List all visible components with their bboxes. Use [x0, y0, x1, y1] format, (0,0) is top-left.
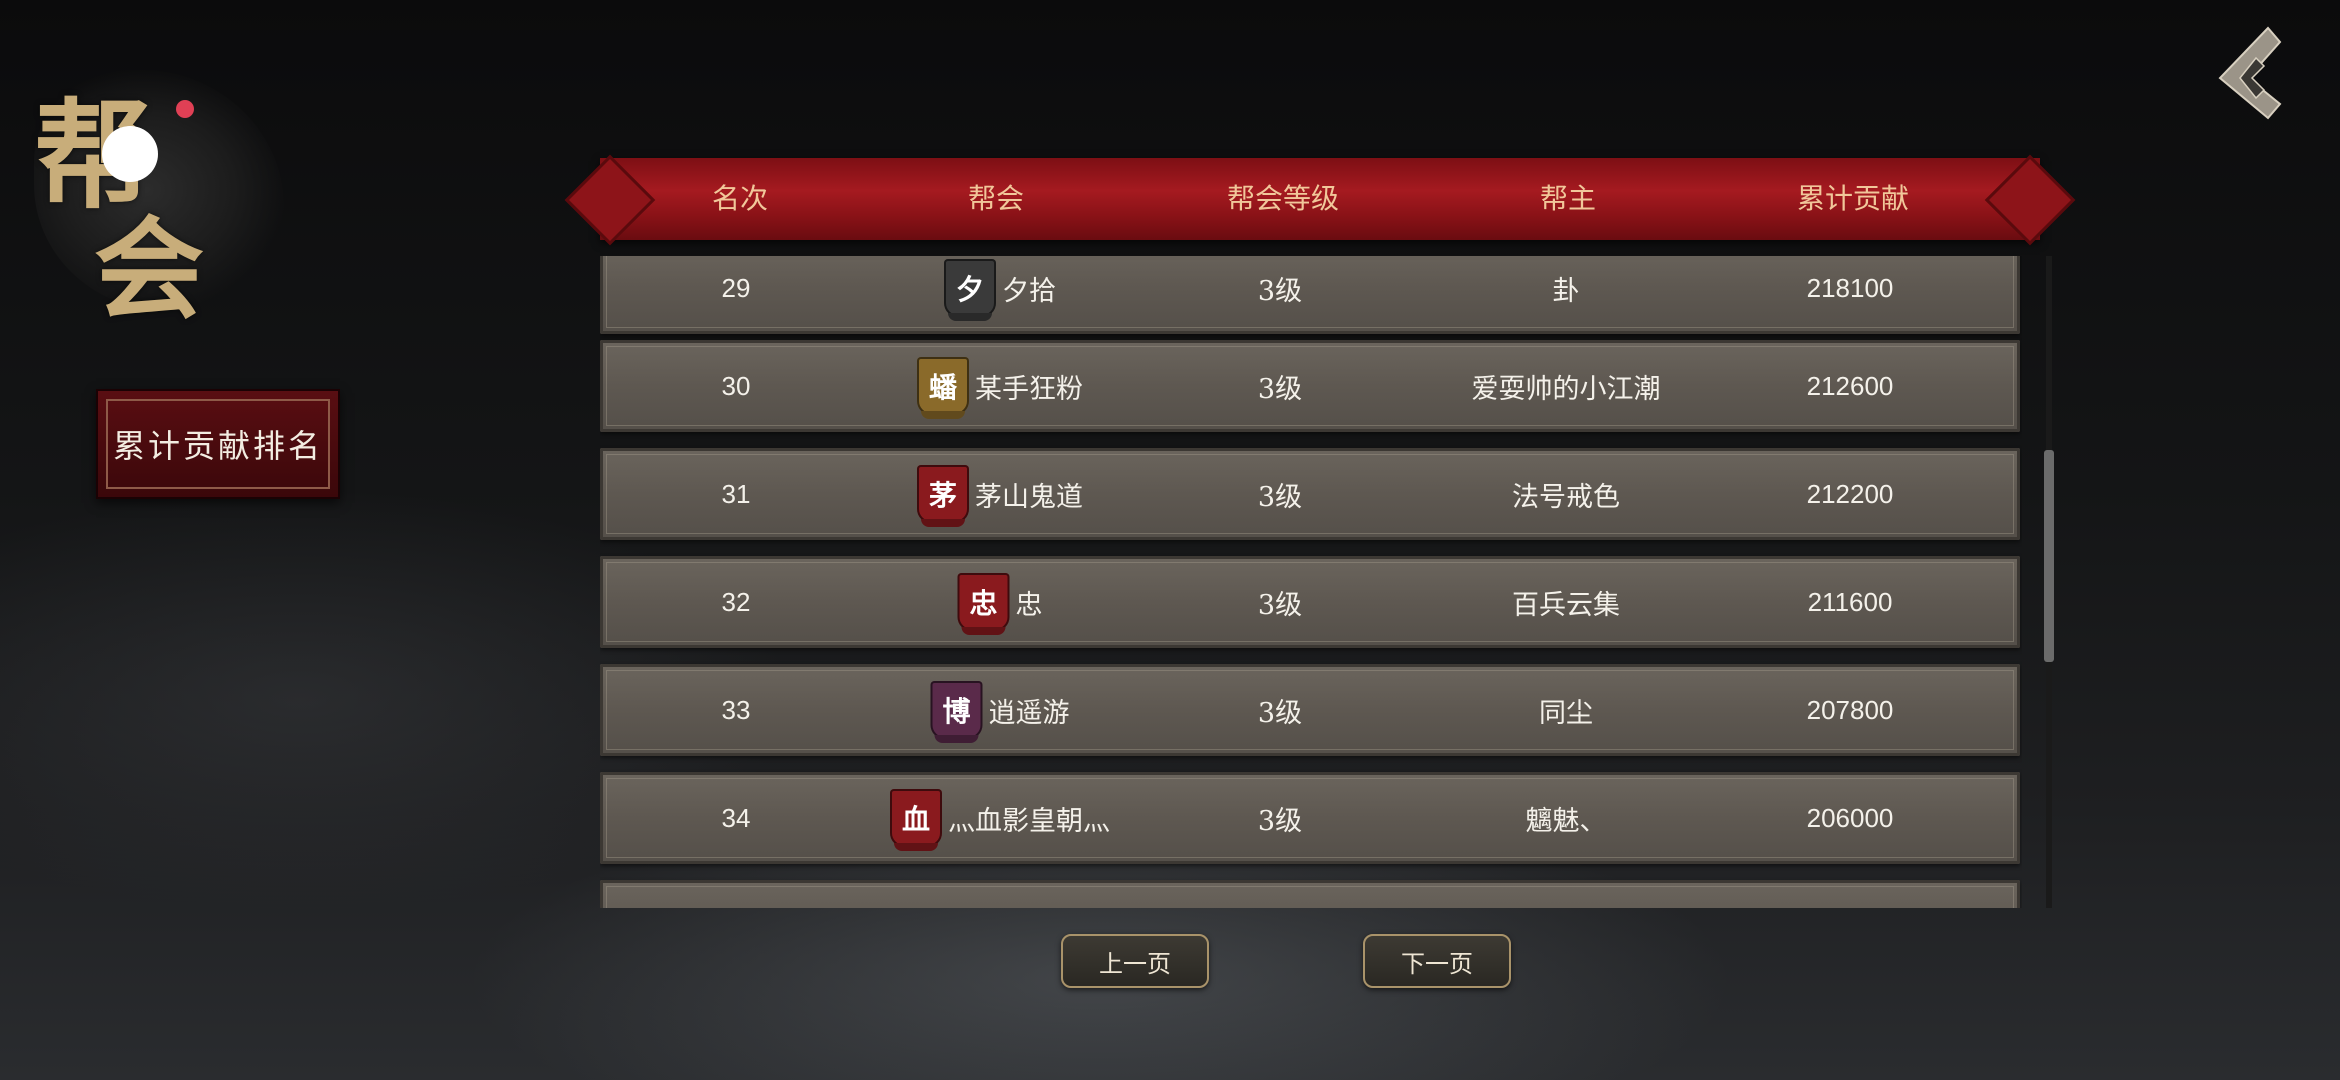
leader-cell: 同尘: [1539, 697, 1593, 729]
guild-name: 逍遥游: [988, 697, 1070, 729]
rank-cell: 32: [721, 586, 751, 617]
guild-cell: 夕 夕拾: [944, 256, 1056, 334]
leader-cell: 百兵云集: [1512, 589, 1620, 621]
contribution-cell: 212600: [1806, 370, 1894, 401]
guild-cell: 蟠 某手狂粉: [917, 340, 1083, 432]
ranking-table-header: 名次 帮会 帮会等级 帮主 累计贡献: [600, 158, 2040, 240]
contribution-cell: 207800: [1806, 694, 1894, 725]
guild-level-cell: 3级: [1257, 373, 1303, 405]
guild-name: 某手狂粉: [975, 373, 1083, 405]
rank-cell: 34: [721, 802, 751, 833]
leader-cell: 法号戒色: [1512, 481, 1620, 513]
table-row[interactable]: 29 夕 夕拾 3级 卦 218100: [600, 256, 2020, 334]
guild-level-cell: 3级: [1257, 481, 1303, 513]
guild-banner-icon: 博: [930, 681, 983, 739]
contribution-cell: 206000: [1806, 802, 1894, 833]
table-row[interactable]: 34 血 灬血影皇朝灬 3级 魑魅、 206000: [600, 772, 2020, 864]
guild-title-emblem: 帮 会: [14, 30, 314, 334]
table-row[interactable]: 33 博 逍遥游 3级 同尘 207800: [600, 664, 2020, 756]
guild-level-cell: 3级: [1257, 589, 1303, 621]
scrollbar-thumb[interactable]: [2044, 449, 2054, 662]
guild-cell: 博 逍遥游: [930, 664, 1070, 756]
tab-contribution-ranking[interactable]: 累计贡献排名: [96, 389, 340, 499]
guild-level-cell: 3级: [1257, 805, 1303, 837]
next-page-button[interactable]: 下一页: [1363, 934, 1511, 988]
header-guild: 帮会: [967, 182, 1025, 215]
red-dot-decoration: [176, 100, 194, 118]
table-row[interactable]: 32 忠 忠 3级 百兵云集 211600: [600, 556, 2020, 648]
contribution-cell: 211600: [1807, 586, 1893, 617]
header-contribution: 累计贡献: [1796, 182, 1910, 215]
table-row[interactable]: 31 茅 茅山鬼道 3级 法号戒色 212200: [600, 448, 2020, 540]
guild-name: 灬血影皇朝灬: [948, 805, 1110, 837]
ranking-list[interactable]: 29 夕 夕拾 3级 卦 218100 30 蟠 某手狂粉 3级 爱耍帅的小江潮…: [600, 256, 2022, 908]
header-rank: 名次: [711, 182, 769, 215]
rank-cell: 29: [721, 272, 751, 303]
guild-name: 茅山鬼道: [975, 481, 1083, 513]
contribution-cell: 212200: [1806, 478, 1894, 509]
table-row[interactable]: 30 蟠 某手狂粉 3级 爱耍帅的小江潮 212600: [600, 340, 2020, 432]
contribution-cell: 218100: [1806, 272, 1894, 303]
leader-cell: 魑魅、: [1525, 805, 1607, 837]
leader-cell: 卦: [1552, 275, 1580, 307]
guild-banner-icon: 血: [890, 789, 942, 847]
guild-cell: 忠 忠: [957, 556, 1043, 648]
back-arrow-icon: [2218, 26, 2282, 120]
rank-cell: 30: [721, 370, 751, 401]
guild-banner-icon: 夕: [944, 259, 996, 317]
guild-banner-icon: 蟠: [917, 357, 969, 415]
tab-contribution-ranking-label: 累计贡献排名: [112, 427, 323, 465]
rank-cell: 33: [721, 694, 751, 725]
guild-name: 夕拾: [1002, 275, 1056, 307]
prev-page-button[interactable]: 上一页: [1061, 934, 1209, 988]
emblem-char-2: 会: [94, 205, 204, 334]
guild-banner-icon: 茅: [917, 465, 969, 523]
guild-cell: 血 灬血影皇朝灬: [890, 772, 1110, 864]
table-row-partial[interactable]: [600, 880, 2020, 908]
guild-banner-icon: 忠: [957, 573, 1010, 631]
rank-cell: 31: [721, 478, 751, 509]
guild-name: 忠: [1015, 589, 1043, 621]
guild-cell: 茅 茅山鬼道: [917, 448, 1083, 540]
header-leader: 帮主: [1539, 182, 1597, 215]
leader-cell: 爱耍帅的小江潮: [1471, 373, 1661, 405]
header-guild-level: 帮会等级: [1226, 182, 1340, 215]
guild-level-cell: 3级: [1257, 697, 1303, 729]
white-dot-decoration: [102, 126, 158, 182]
back-button[interactable]: [2212, 22, 2292, 122]
guild-level-cell: 3级: [1257, 275, 1303, 307]
